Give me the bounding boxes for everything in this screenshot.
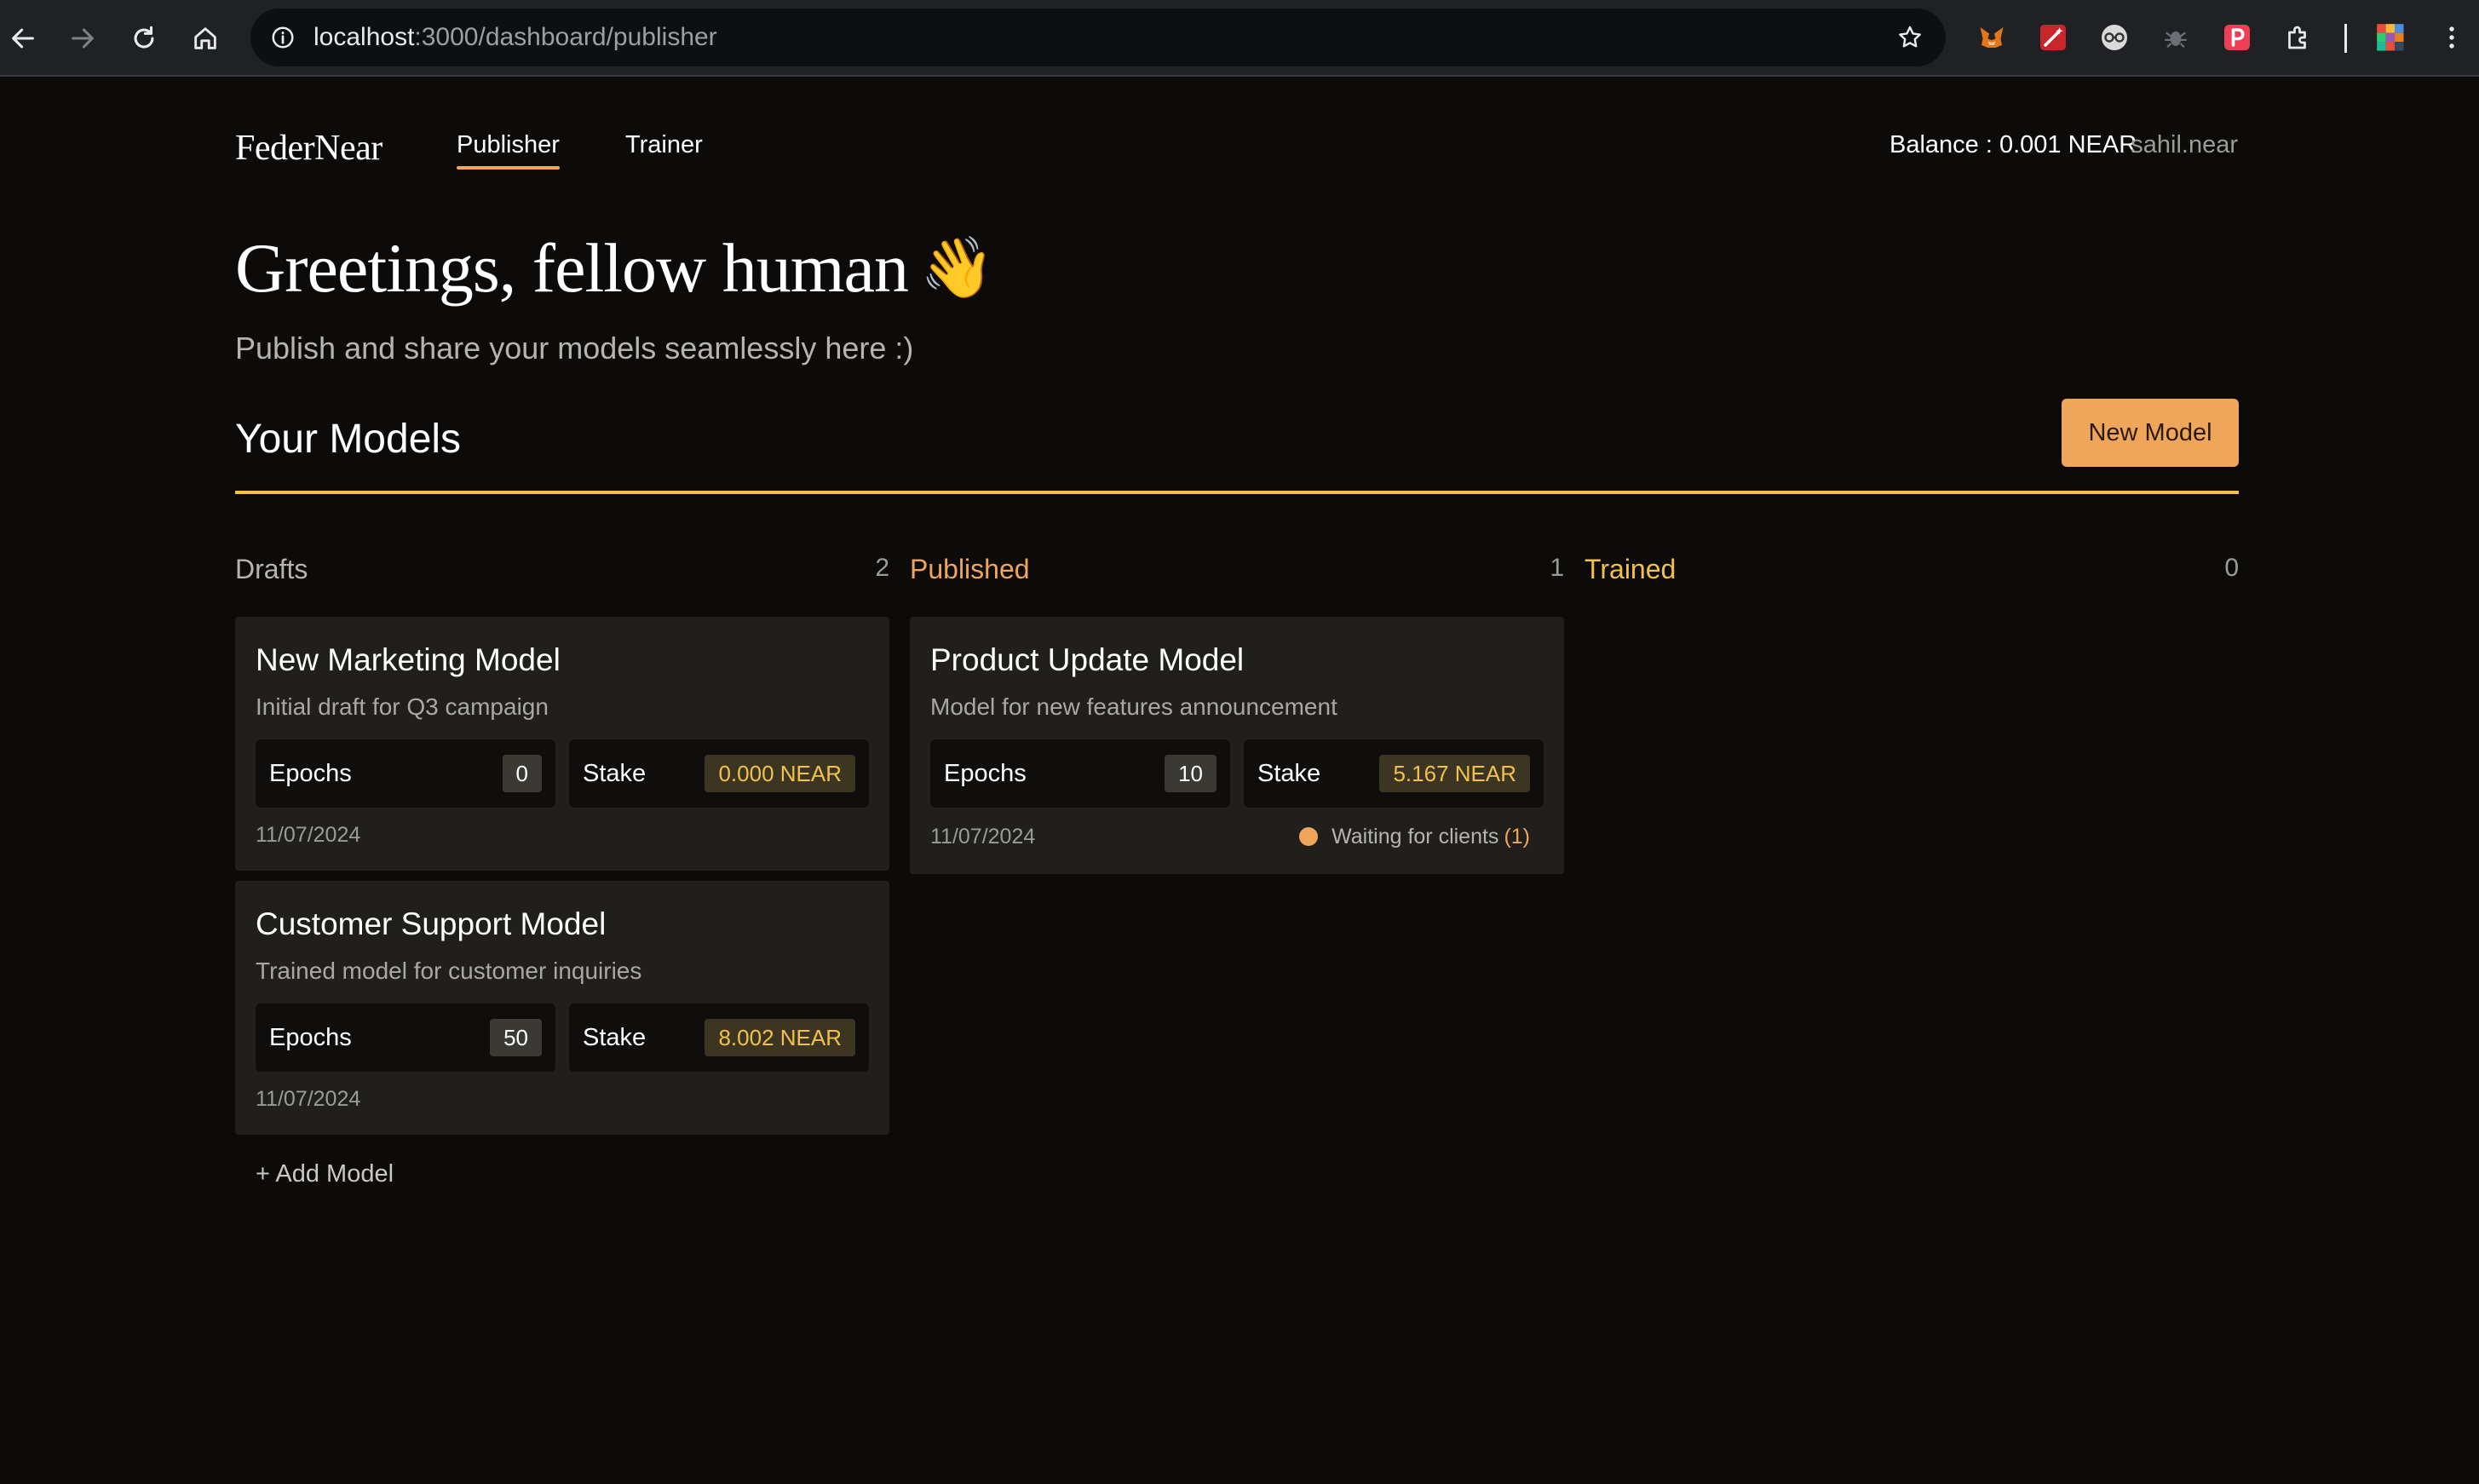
home-icon	[194, 27, 216, 49]
forward-arrow-icon	[72, 28, 94, 49]
model-title: New Marketing Model	[256, 642, 561, 677]
url-text: localhost:3000/dashboard/publisher	[313, 9, 717, 66]
stake-stat: Stake 5.167 NEAR	[1244, 739, 1544, 808]
wallet-balance: Balance : 0.001 NEAR	[1889, 131, 2137, 158]
model-card[interactable]: Product Update Model Model for new featu…	[910, 617, 1564, 874]
back-arrow-icon	[12, 28, 34, 49]
nav-tab-trainer[interactable]: Trainer	[625, 131, 703, 159]
epochs-label: Epochs	[944, 760, 1027, 787]
model-title: Product Update Model	[930, 642, 1245, 677]
page-subtitle: Publish and share your models seamlessly…	[235, 331, 914, 365]
epochs-stat: Epochs 10	[930, 739, 1230, 808]
status-dot-icon	[1299, 827, 1319, 846]
column-title: Published	[910, 554, 1030, 584]
column-header: Drafts 2	[235, 545, 889, 596]
column-count: 0	[2224, 554, 2239, 582]
stake-label: Stake	[583, 760, 647, 787]
epochs-value: 50	[490, 1019, 542, 1056]
reload-button[interactable]	[124, 19, 164, 58]
section-title: Your Models	[235, 417, 462, 462]
column-header: Published 1	[910, 545, 1564, 596]
model-card[interactable]: Customer Support Model Trained model for…	[235, 881, 889, 1135]
column-title: Trained	[1585, 554, 1677, 584]
browser-toolbar: localhost:3000/dashboard/publisher	[0, 0, 2479, 77]
app-header: FederNear Publisher Trainer Balance : 0.…	[0, 77, 2479, 213]
model-date: 11/07/2024	[930, 825, 1036, 848]
bookmark-star-icon[interactable]	[1893, 20, 1927, 55]
stake-label: Stake	[583, 1024, 647, 1051]
home-button[interactable]	[186, 19, 225, 58]
epochs-stat: Epochs 0	[256, 739, 555, 808]
stake-stat: Stake 8.002 NEAR	[569, 1004, 869, 1072]
glasses-extension-icon[interactable]	[2097, 20, 2131, 55]
page-title: Greetings, fellow human 👋	[235, 228, 994, 308]
column-count: 2	[875, 554, 889, 582]
url-host: localhost	[313, 23, 415, 51]
nav-tab-publisher[interactable]: Publisher	[457, 131, 560, 170]
stake-label: Stake	[1257, 760, 1321, 787]
new-model-button[interactable]: New Model	[2062, 399, 2239, 467]
stake-value: 0.000 NEAR	[705, 755, 855, 792]
toolbar-separator	[2344, 24, 2347, 53]
status-text: Waiting for clients	[1332, 825, 1499, 848]
stake-value: 8.002 NEAR	[705, 1019, 855, 1056]
model-date: 11/07/2024	[256, 823, 361, 847]
status-indicator: Waiting for clients (1)	[1299, 825, 1530, 849]
model-title: Customer Support Model	[256, 906, 607, 941]
metamask-extension-icon[interactable]	[1975, 20, 2009, 55]
site-info-icon[interactable]	[266, 20, 300, 55]
epochs-label: Epochs	[269, 760, 352, 787]
column-count: 1	[1550, 554, 1564, 582]
account-id[interactable]: sahil.near	[2131, 131, 2238, 159]
extensions-puzzle-icon[interactable]	[2281, 20, 2315, 55]
app-logo[interactable]: FederNear	[235, 128, 382, 169]
epochs-value: 0	[502, 755, 542, 792]
pocket-extension-icon[interactable]	[2220, 20, 2254, 55]
wand-extension-icon[interactable]	[2036, 20, 2070, 55]
section-divider	[235, 491, 2239, 494]
model-description: Initial draft for Q3 campaign	[256, 693, 549, 720]
epochs-label: Epochs	[269, 1024, 352, 1051]
browser-menu-icon[interactable]	[2435, 20, 2469, 55]
column-header: Trained 0	[1585, 545, 2239, 596]
epochs-value: 10	[1165, 755, 1216, 792]
epochs-stat: Epochs 50	[256, 1004, 555, 1072]
bug-extension-icon[interactable]	[2159, 20, 2193, 55]
model-description: Trained model for customer inquiries	[256, 958, 642, 984]
stake-value: 5.167 NEAR	[1379, 755, 1530, 792]
column-trained: Trained 0	[1585, 545, 2239, 596]
model-date: 11/07/2024	[256, 1087, 361, 1111]
address-bar[interactable]: localhost:3000/dashboard/publisher	[250, 9, 1946, 66]
model-description: Model for new features announcement	[930, 693, 1337, 720]
forward-button[interactable]	[63, 19, 102, 58]
column-title: Drafts	[235, 554, 308, 584]
status-count: (1)	[1504, 825, 1530, 848]
back-button[interactable]	[3, 19, 43, 58]
waving-hand-icon: 👋	[919, 236, 994, 302]
stake-stat: Stake 0.000 NEAR	[569, 739, 869, 808]
column-published: Published 1 Product Update Model Model f…	[910, 545, 1564, 874]
column-drafts: Drafts 2 New Marketing Model Initial dra…	[235, 545, 889, 1188]
reload-icon	[134, 26, 154, 49]
greeting-text: Greetings, fellow human	[235, 229, 909, 307]
model-card[interactable]: New Marketing Model Initial draft for Q3…	[235, 617, 889, 871]
url-path: :3000/dashboard/publisher	[414, 23, 717, 51]
profile-avatar-icon[interactable]	[2373, 20, 2407, 55]
add-model-button[interactable]: + Add Model	[256, 1160, 394, 1188]
